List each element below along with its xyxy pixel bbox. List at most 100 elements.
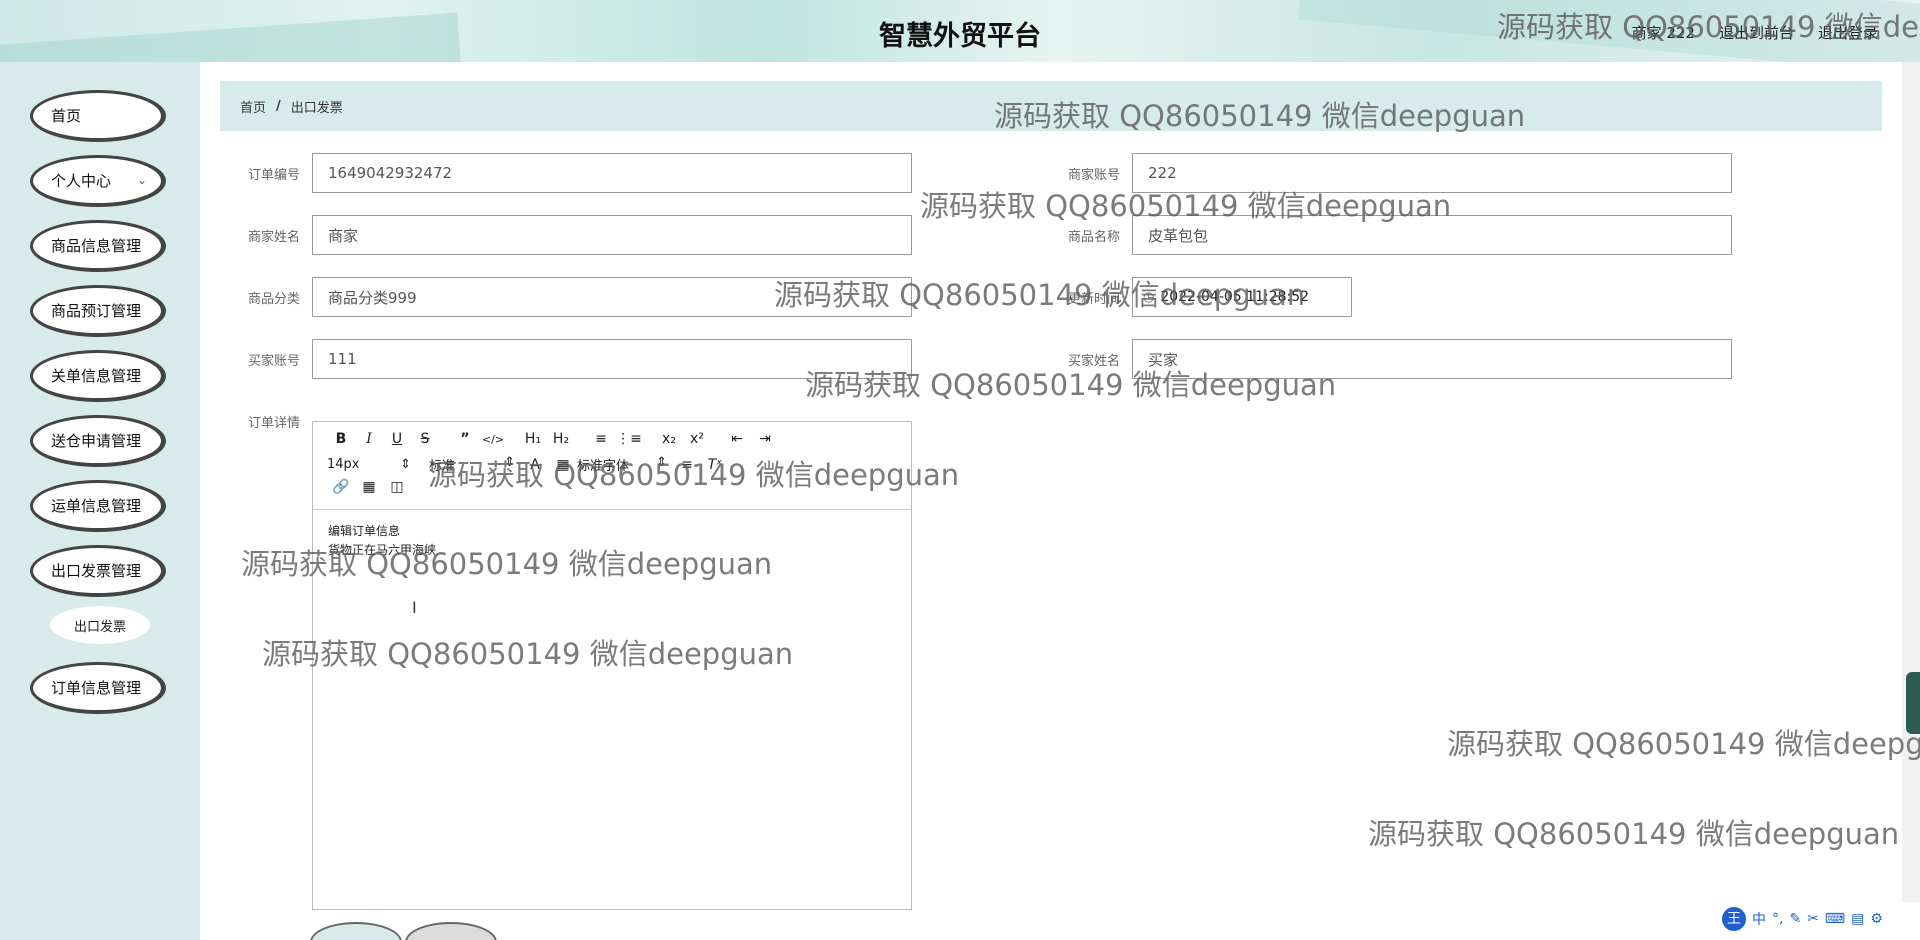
ime-punct-label[interactable]: °, bbox=[1772, 911, 1783, 927]
italic-icon[interactable]: I bbox=[355, 431, 383, 447]
buyer-account-label: 买家账号 bbox=[247, 354, 300, 369]
sidebar-item-home[interactable]: 首页 bbox=[30, 90, 166, 142]
sidebar-item-product-info[interactable]: 商品信息管理 bbox=[30, 220, 166, 272]
sidebar-item-label: 出口发票管理 bbox=[51, 562, 142, 580]
background-color-icon[interactable]: ▦ bbox=[549, 457, 577, 473]
font-color-icon[interactable]: A bbox=[521, 457, 549, 473]
superscript-icon[interactable]: x² bbox=[683, 431, 711, 447]
sidebar-item-label: 商品预订管理 bbox=[51, 302, 142, 320]
font-size-select[interactable]: 14px ⇕ bbox=[327, 457, 417, 472]
underline-icon[interactable]: U bbox=[383, 431, 411, 447]
editor-content-line: 货物正在马六甲海峡 bbox=[328, 543, 437, 557]
toolbar-row-2: 14px ⇕ 标准 ⇕ A ▦ 标准字体 ⇕ ≡ Tˣ bbox=[327, 455, 729, 474]
sidebar-item-label: 送仓申请管理 bbox=[51, 432, 142, 450]
breadcrumb-home[interactable]: 首页 bbox=[240, 97, 266, 116]
bold-icon[interactable]: B bbox=[327, 431, 355, 447]
heading1-icon[interactable]: H₁ bbox=[519, 431, 547, 447]
sidebar-item-label: 关单信息管理 bbox=[51, 367, 142, 385]
sidebar-item-label: 商品信息管理 bbox=[51, 237, 142, 255]
breadcrumb: 首页 / 出口发票 bbox=[220, 81, 1882, 131]
outdent-icon[interactable]: ⇤ bbox=[723, 431, 751, 447]
order-no-input[interactable] bbox=[312, 153, 912, 193]
subscript-icon[interactable]: x₂ bbox=[655, 431, 683, 447]
pen-icon[interactable]: ✎ bbox=[1789, 911, 1801, 927]
top-header: 智慧外贸平台 商家 222 退出到前台 退出登录 bbox=[0, 0, 1920, 62]
sidebar-item-order-info[interactable]: 订单信息管理 bbox=[30, 662, 166, 714]
chevron-down-icon: ⌄ bbox=[136, 173, 147, 187]
update-time-label: 更新时间 bbox=[1067, 292, 1120, 307]
clock-icon: ◷ bbox=[1143, 289, 1155, 305]
strikethrough-icon[interactable]: S bbox=[411, 431, 439, 447]
editor-content[interactable]: 编辑订单信息 货物正在马六甲海峡 bbox=[313, 510, 911, 572]
code-block-icon[interactable]: </> bbox=[479, 433, 507, 446]
sidebar-item-product-booking[interactable]: 商品预订管理 bbox=[30, 285, 166, 337]
back-to-front-link[interactable]: 退出到前台 bbox=[1719, 22, 1794, 43]
sidebar-item-label: 首页 bbox=[51, 107, 82, 125]
link-icon[interactable]: 🔗 bbox=[327, 479, 355, 495]
merchant-account-label: 商家账号 bbox=[1067, 168, 1120, 183]
sidebar-item-export-invoice[interactable]: 出口发票管理 bbox=[30, 545, 166, 597]
order-details-label: 订单详情 bbox=[247, 416, 300, 431]
header-actions: 商家 222 退出到前台 退出登录 bbox=[1632, 22, 1878, 43]
merchant-account-input[interactable] bbox=[1132, 153, 1732, 193]
toolbar-row-3: 🔗 ▦ ◫ bbox=[327, 479, 411, 495]
sidebar-item-label: 运单信息管理 bbox=[51, 497, 142, 515]
sidebar-item-label: 订单信息管理 bbox=[51, 679, 142, 697]
ordered-list-icon[interactable]: ≡ bbox=[587, 431, 615, 447]
shirt-icon[interactable]: ▤ bbox=[1851, 911, 1864, 927]
sidebar: 首页 个人中心 ⌄ 商品信息管理 商品预订管理 关单信息管理 送仓申请管理 运单信… bbox=[0, 62, 200, 940]
keyboard-icon[interactable]: ⌨ bbox=[1825, 911, 1845, 927]
heading-select[interactable]: 标准 ⇕ bbox=[429, 455, 521, 474]
text-cursor-icon: I bbox=[412, 598, 417, 617]
order-details-editor: B I U S ” </> H₁ H₂ ≡ ⋮≡ x₂ x² ⇤ ⇥ 14px ⇕… bbox=[312, 421, 912, 910]
breadcrumb-separator: / bbox=[276, 98, 281, 114]
cancel-button[interactable] bbox=[405, 922, 497, 940]
sidebar-item-personal-center[interactable]: 个人中心 ⌄ bbox=[30, 155, 166, 207]
logout-link[interactable]: 退出登录 bbox=[1818, 22, 1878, 43]
select-arrows-icon: ⇕ bbox=[656, 455, 667, 470]
product-name-input[interactable] bbox=[1132, 215, 1732, 255]
watermark-text: 源码获取 QQ86050149 微信deepguan bbox=[1368, 817, 1900, 851]
video-icon[interactable]: ◫ bbox=[383, 479, 411, 495]
heading-value: 标准 bbox=[429, 459, 456, 474]
font-size-value: 14px bbox=[327, 457, 360, 472]
update-time-picker[interactable]: ◷ 2022-04-05 11:28:52 bbox=[1132, 277, 1352, 317]
buyer-account-input[interactable] bbox=[312, 339, 912, 379]
select-arrows-icon: ⇕ bbox=[504, 455, 515, 470]
merchant-name-input[interactable] bbox=[312, 215, 912, 255]
current-user-label: 商家 222 bbox=[1631, 24, 1695, 42]
merchant-name-label: 商家姓名 bbox=[247, 230, 300, 245]
ime-mode-label[interactable]: 中 bbox=[1752, 909, 1766, 929]
breadcrumb-current: 出口发票 bbox=[290, 100, 343, 116]
submit-button[interactable] bbox=[310, 922, 402, 940]
bullet-list-icon[interactable]: ⋮≡ bbox=[615, 431, 643, 447]
sidebar-item-waybill-info[interactable]: 运单信息管理 bbox=[30, 480, 166, 532]
sidebar-subitem-export-invoice[interactable]: 出口发票 bbox=[50, 606, 150, 644]
gear-icon[interactable]: ⚙ bbox=[1870, 911, 1883, 927]
heading2-icon[interactable]: H₂ bbox=[547, 431, 575, 447]
font-family-select[interactable]: 标准字体 ⇕ bbox=[577, 455, 673, 474]
editor-toolbar: B I U S ” </> H₁ H₂ ≡ ⋮≡ x₂ x² ⇤ ⇥ 14px ⇕… bbox=[313, 422, 911, 510]
font-family-value: 标准字体 bbox=[577, 459, 630, 474]
product-name-label: 商品名称 bbox=[1067, 230, 1120, 245]
watermark-text: 源码获取 QQ86050149 微信deepguan bbox=[1447, 727, 1920, 761]
clear-format-icon[interactable]: Tˣ bbox=[701, 457, 729, 473]
order-no-label: 订单编号 bbox=[247, 168, 300, 183]
sidebar-item-customs-docs[interactable]: 关单信息管理 bbox=[30, 350, 166, 402]
ime-toolbar: 王 中 °, ✎ ✂ ⌨ ▤ ⚙ bbox=[1722, 906, 1918, 932]
buyer-name-label: 买家姓名 bbox=[1067, 354, 1120, 369]
category-input[interactable] bbox=[312, 277, 912, 317]
ime-logo-icon[interactable]: 王 bbox=[1722, 907, 1746, 931]
select-arrows-icon: ⇕ bbox=[400, 457, 411, 472]
page-scrollbar[interactable] bbox=[1902, 62, 1920, 902]
category-label: 商品分类 bbox=[247, 292, 300, 307]
scissors-icon[interactable]: ✂ bbox=[1807, 911, 1819, 927]
blockquote-icon[interactable]: ” bbox=[451, 431, 479, 447]
indent-icon[interactable]: ⇥ bbox=[751, 431, 779, 447]
image-icon[interactable]: ▦ bbox=[355, 479, 383, 495]
sidebar-item-label: 个人中心 bbox=[51, 172, 112, 190]
buyer-name-input[interactable] bbox=[1132, 339, 1732, 379]
align-icon[interactable]: ≡ bbox=[673, 457, 701, 473]
side-scroll-tab[interactable] bbox=[1906, 672, 1920, 734]
sidebar-item-warehouse-request[interactable]: 送仓申请管理 bbox=[30, 415, 166, 467]
